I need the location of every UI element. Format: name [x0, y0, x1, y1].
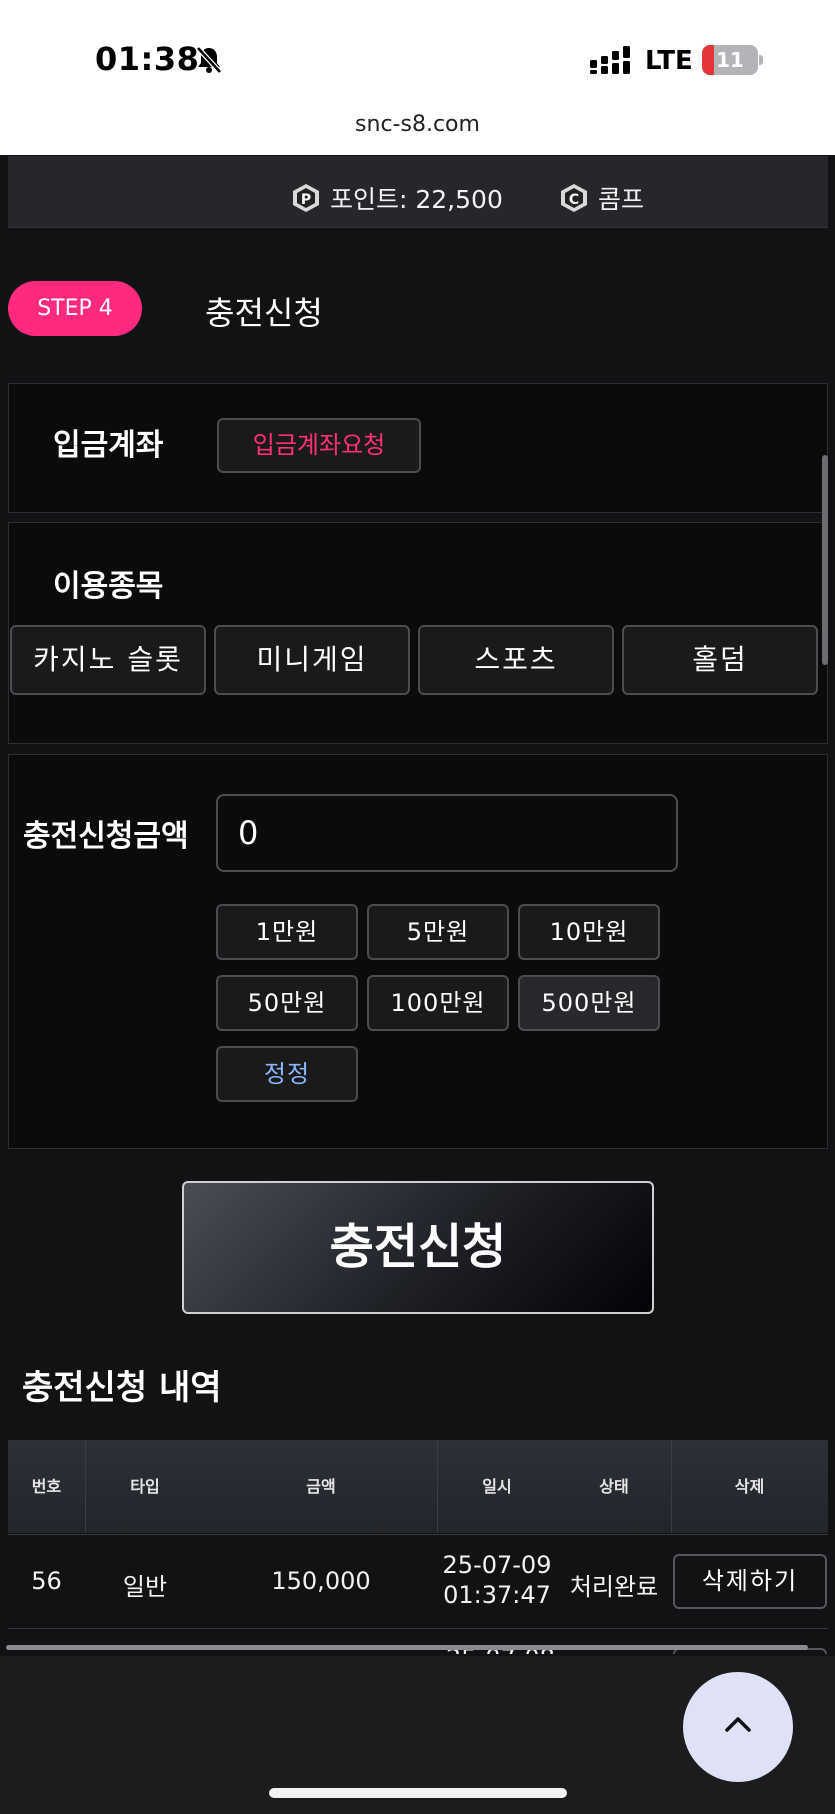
- quick-amount-50k[interactable]: 5만원: [367, 904, 509, 960]
- horizontal-scrollbar[interactable]: [6, 1645, 808, 1650]
- points-item[interactable]: P 포인트: 22,500: [292, 180, 503, 216]
- history-table-header: 번호 타입 금액 일시 상태 삭제: [8, 1440, 828, 1533]
- status-bar: 01:38 LTE 11 snc-s8.com: [0, 0, 835, 155]
- cell-amount: 150,000: [271, 1567, 371, 1595]
- bell-slash-icon: [196, 46, 222, 74]
- quick-amount-5m[interactable]: 500만원: [518, 975, 660, 1031]
- game-option-sports[interactable]: 스포츠: [418, 625, 614, 695]
- delete-button[interactable]: 삭제하기: [673, 1554, 827, 1609]
- cell-no: 56: [31, 1567, 62, 1595]
- reset-amount-button[interactable]: 정정: [216, 1046, 358, 1102]
- svg-text:C: C: [569, 192, 579, 208]
- cell-date: 25-07-09: [442, 1551, 552, 1579]
- signal-icon: [590, 46, 630, 74]
- points-label: 포인트: 22,500: [330, 185, 503, 214]
- quick-amount-1m[interactable]: 100만원: [367, 975, 509, 1031]
- quick-amount-10k[interactable]: 1만원: [216, 904, 358, 960]
- col-status: 상태: [599, 1477, 629, 1496]
- home-indicator[interactable]: [269, 1788, 567, 1798]
- cell-type: 일반: [122, 1573, 168, 1601]
- comp-item[interactable]: C 콤프: [560, 180, 644, 216]
- submit-charge-button[interactable]: 충전신청: [182, 1181, 654, 1314]
- battery-level: 11: [716, 48, 744, 72]
- quick-amount-500k[interactable]: 50만원: [216, 975, 358, 1031]
- vertical-scrollbar[interactable]: [822, 455, 828, 665]
- col-type: 타입: [130, 1477, 160, 1496]
- deposit-account-panel: 입금계좌 입금계좌요청: [8, 383, 828, 513]
- col-delete: 삭제: [734, 1477, 765, 1496]
- game-type-label: 이용종목: [53, 569, 164, 604]
- comp-label: 콤프: [598, 185, 645, 214]
- col-amount: 금액: [306, 1477, 336, 1496]
- chevron-up-icon: [725, 1717, 751, 1732]
- deposit-account-label: 입금계좌: [53, 428, 164, 463]
- comp-hex-icon: C: [561, 184, 587, 212]
- game-option-minigame[interactable]: 미니게임: [214, 625, 410, 695]
- svg-text:P: P: [301, 192, 311, 208]
- table-row-partial: 25-07-08: [0, 1630, 835, 1654]
- history-title: 충전신청 내역: [22, 1368, 222, 1408]
- amount-input[interactable]: 0: [216, 794, 678, 872]
- scroll-top-button[interactable]: [683, 1672, 793, 1782]
- cell-status: 처리완료: [569, 1573, 659, 1601]
- network-type: LTE: [645, 46, 693, 76]
- step-badge: STEP 4: [8, 281, 142, 336]
- request-account-button[interactable]: 입금계좌요청: [217, 418, 421, 473]
- step-title: 충전신청: [205, 294, 323, 332]
- battery-icon: 11: [702, 45, 758, 75]
- game-option-casino-slot[interactable]: 카지노 슬롯: [10, 625, 206, 695]
- cell-time: 01:37:47: [443, 1581, 551, 1609]
- battery-tip: [759, 55, 763, 65]
- quick-amount-100k[interactable]: 10만원: [518, 904, 660, 960]
- points-bar: P 포인트: 22,500 C 콤프: [8, 156, 828, 228]
- col-no: 번호: [31, 1477, 62, 1496]
- point-hex-icon: P: [293, 184, 319, 212]
- status-time: 01:38: [95, 40, 200, 78]
- game-option-holdem[interactable]: 홀덤: [622, 625, 818, 695]
- amount-label: 충전신청금액: [23, 819, 189, 854]
- col-date: 일시: [482, 1477, 512, 1496]
- browser-url[interactable]: snc-s8.com: [0, 112, 835, 137]
